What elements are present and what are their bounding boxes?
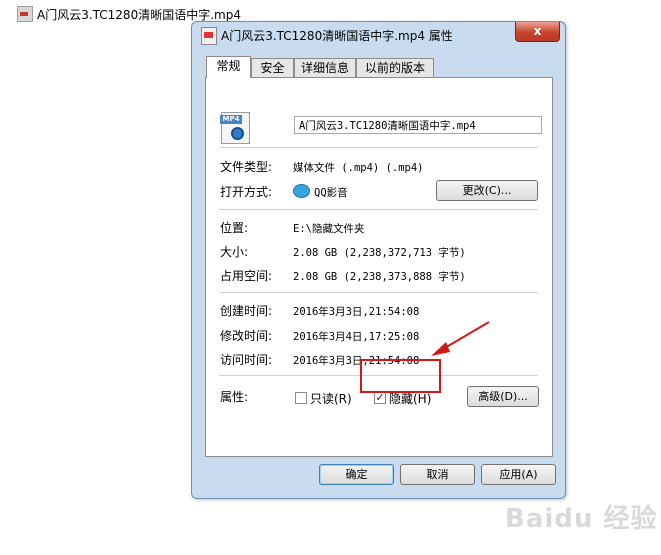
arrow-head [431,342,450,356]
tab-general[interactable]: 常规 [206,56,251,78]
baidu-watermark: Baidu 经验 [505,504,658,534]
annotation-arrow [431,321,490,356]
arrow-line [442,321,490,350]
